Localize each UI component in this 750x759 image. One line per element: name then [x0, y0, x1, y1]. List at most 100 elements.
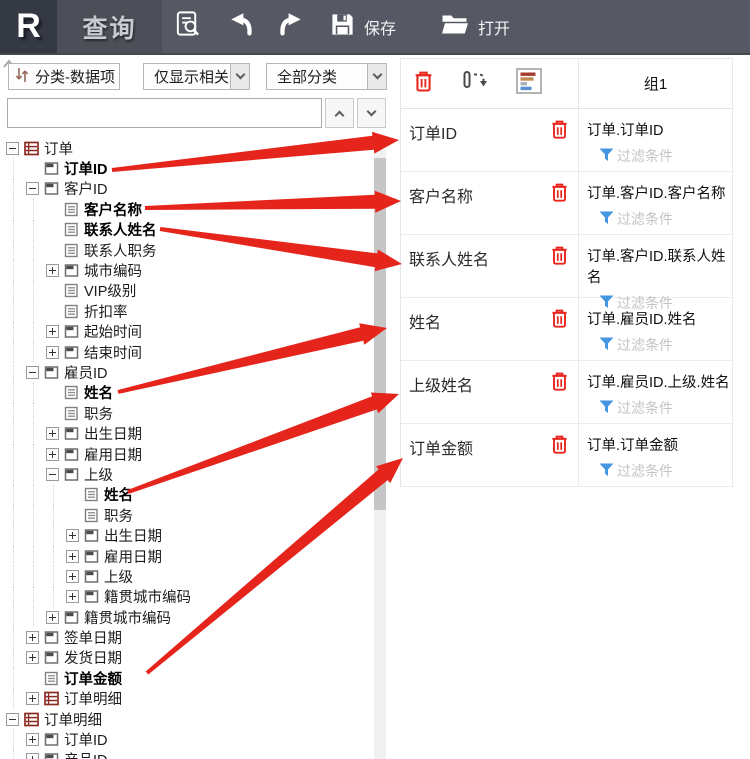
tree-expander[interactable]: [46, 467, 59, 481]
search-input[interactable]: [7, 98, 322, 128]
tree-expander[interactable]: [46, 325, 59, 339]
window-icon: [64, 263, 79, 278]
find-in-document-button[interactable]: [173, 0, 202, 53]
tree-item[interactable]: 订单明细: [0, 688, 372, 709]
tab-query[interactable]: 查询: [57, 0, 162, 53]
tree-expander[interactable]: [6, 141, 19, 155]
tree-item[interactable]: 起始时间: [0, 321, 372, 342]
undo-icon: [228, 10, 256, 43]
tree-expander[interactable]: [66, 569, 79, 583]
tree-expander[interactable]: [66, 529, 79, 543]
tree-item[interactable]: 折扣率: [0, 301, 372, 322]
undo-button[interactable]: [228, 0, 256, 53]
filter-condition-link[interactable]: 过滤条件: [599, 335, 730, 355]
tree-item[interactable]: 城市编码: [0, 260, 372, 281]
window-icon: [64, 345, 79, 360]
tree-item[interactable]: 客户名称: [0, 199, 372, 220]
tree-item-label: 联系人姓名: [84, 223, 157, 240]
tree-item[interactable]: 出生日期: [0, 525, 372, 546]
trash-icon[interactable]: [550, 434, 569, 460]
tree-item[interactable]: 发货日期: [0, 647, 372, 669]
filter-condition-link[interactable]: 过滤条件: [599, 146, 730, 166]
tree-expander[interactable]: [6, 712, 19, 726]
tree-guide-line: [13, 199, 33, 220]
trash-icon[interactable]: [550, 119, 569, 145]
tree-item[interactable]: 订单明细: [0, 709, 372, 729]
scrollbar-up-icon[interactable]: ▲: [376, 141, 385, 151]
tree-item[interactable]: 订单: [0, 138, 372, 158]
category-dropdown[interactable]: 全部分类: [266, 63, 387, 90]
reorder-icon[interactable]: [462, 68, 488, 99]
vertical-scrollbar[interactable]: ▲: [374, 141, 386, 759]
tree-item[interactable]: 产品ID: [0, 749, 372, 759]
tree-item[interactable]: 签单日期: [0, 627, 372, 648]
filter-condition-link[interactable]: 过滤条件: [599, 209, 730, 229]
filter-condition-link[interactable]: 过滤条件: [599, 398, 730, 418]
search-next-button[interactable]: [357, 98, 386, 128]
redo-button[interactable]: [276, 0, 304, 53]
filter-condition-label: 过滤条件: [617, 400, 673, 416]
tree-guide-line: [13, 545, 33, 567]
trash-icon[interactable]: [550, 371, 569, 397]
tree-item[interactable]: 职务: [0, 403, 372, 424]
tree-expander[interactable]: [46, 610, 59, 624]
trash-icon[interactable]: [550, 182, 569, 208]
tree-item[interactable]: 籍贯城市编码: [0, 586, 372, 607]
tree-expander[interactable]: [46, 447, 59, 461]
window-icon: [64, 324, 79, 339]
tree-item[interactable]: 上级: [0, 464, 372, 485]
trash-icon[interactable]: [550, 308, 569, 334]
open-button[interactable]: 打开: [441, 0, 510, 53]
tree-item[interactable]: 雇员ID: [0, 362, 372, 383]
tree-item[interactable]: VIP级别: [0, 280, 372, 302]
filter-condition-link[interactable]: 过滤条件: [599, 461, 730, 481]
tree-item[interactable]: 雇用日期: [0, 443, 372, 465]
tree-expander[interactable]: [26, 692, 39, 706]
tree-expander[interactable]: [66, 590, 79, 604]
tree-item[interactable]: 客户ID: [0, 178, 372, 200]
save-button[interactable]: 保存: [330, 0, 396, 53]
tree-guide-line: [13, 260, 33, 281]
delete-all-trash-icon[interactable]: [413, 70, 434, 98]
tree-expander[interactable]: [66, 549, 79, 563]
tree-expander[interactable]: [26, 182, 39, 196]
trash-icon[interactable]: [550, 245, 569, 271]
save-icon: [330, 12, 355, 42]
tree-item[interactable]: 职务: [0, 505, 372, 526]
tree-item[interactable]: 联系人姓名: [0, 219, 372, 240]
group-column-header[interactable]: 组1: [578, 59, 733, 108]
tree-item[interactable]: 联系人职务: [0, 239, 372, 261]
tree-expander[interactable]: [46, 427, 59, 441]
tree-item[interactable]: 订单ID: [0, 158, 372, 179]
relevance-dropdown[interactable]: 仅显示相关: [143, 63, 250, 90]
tree-item[interactable]: 雇用日期: [0, 545, 372, 567]
tree-item[interactable]: 结束时间: [0, 341, 372, 363]
sort-mode-button[interactable]: 分类-数据项: [8, 63, 120, 90]
tree-item[interactable]: 上级: [0, 566, 372, 587]
tree-item[interactable]: 出生日期: [0, 423, 372, 444]
tree-expander[interactable]: [46, 264, 59, 278]
scrollbar-thumb[interactable]: [374, 158, 386, 510]
tree-item[interactable]: 姓名: [0, 382, 372, 404]
tree-item-label: 订单ID: [64, 162, 108, 179]
tree-guide-line: [33, 403, 53, 424]
tree-expander[interactable]: [46, 345, 59, 359]
tree-item[interactable]: 籍贯城市编码: [0, 606, 372, 628]
tree-expander[interactable]: [26, 733, 39, 747]
chevron-down-icon[interactable]: [367, 64, 386, 89]
tree-item[interactable]: 姓名: [0, 484, 372, 506]
window-icon: [64, 426, 79, 441]
tree-expander[interactable]: [26, 651, 39, 665]
open-folder-icon: [441, 12, 469, 41]
tree-item[interactable]: 订单ID: [0, 729, 372, 750]
tree-item[interactable]: 订单金额: [0, 668, 372, 689]
search-prev-button[interactable]: [325, 98, 354, 128]
tree-guide-line: [13, 341, 33, 363]
tree-expander[interactable]: [26, 631, 39, 645]
tree-expander[interactable]: [26, 365, 39, 379]
chevron-down-icon[interactable]: [230, 64, 249, 89]
funnel-icon: [599, 148, 614, 165]
chart-icon[interactable]: [516, 68, 542, 99]
tree-expander[interactable]: [26, 753, 39, 759]
filter-condition-label: 过滤条件: [617, 211, 673, 227]
